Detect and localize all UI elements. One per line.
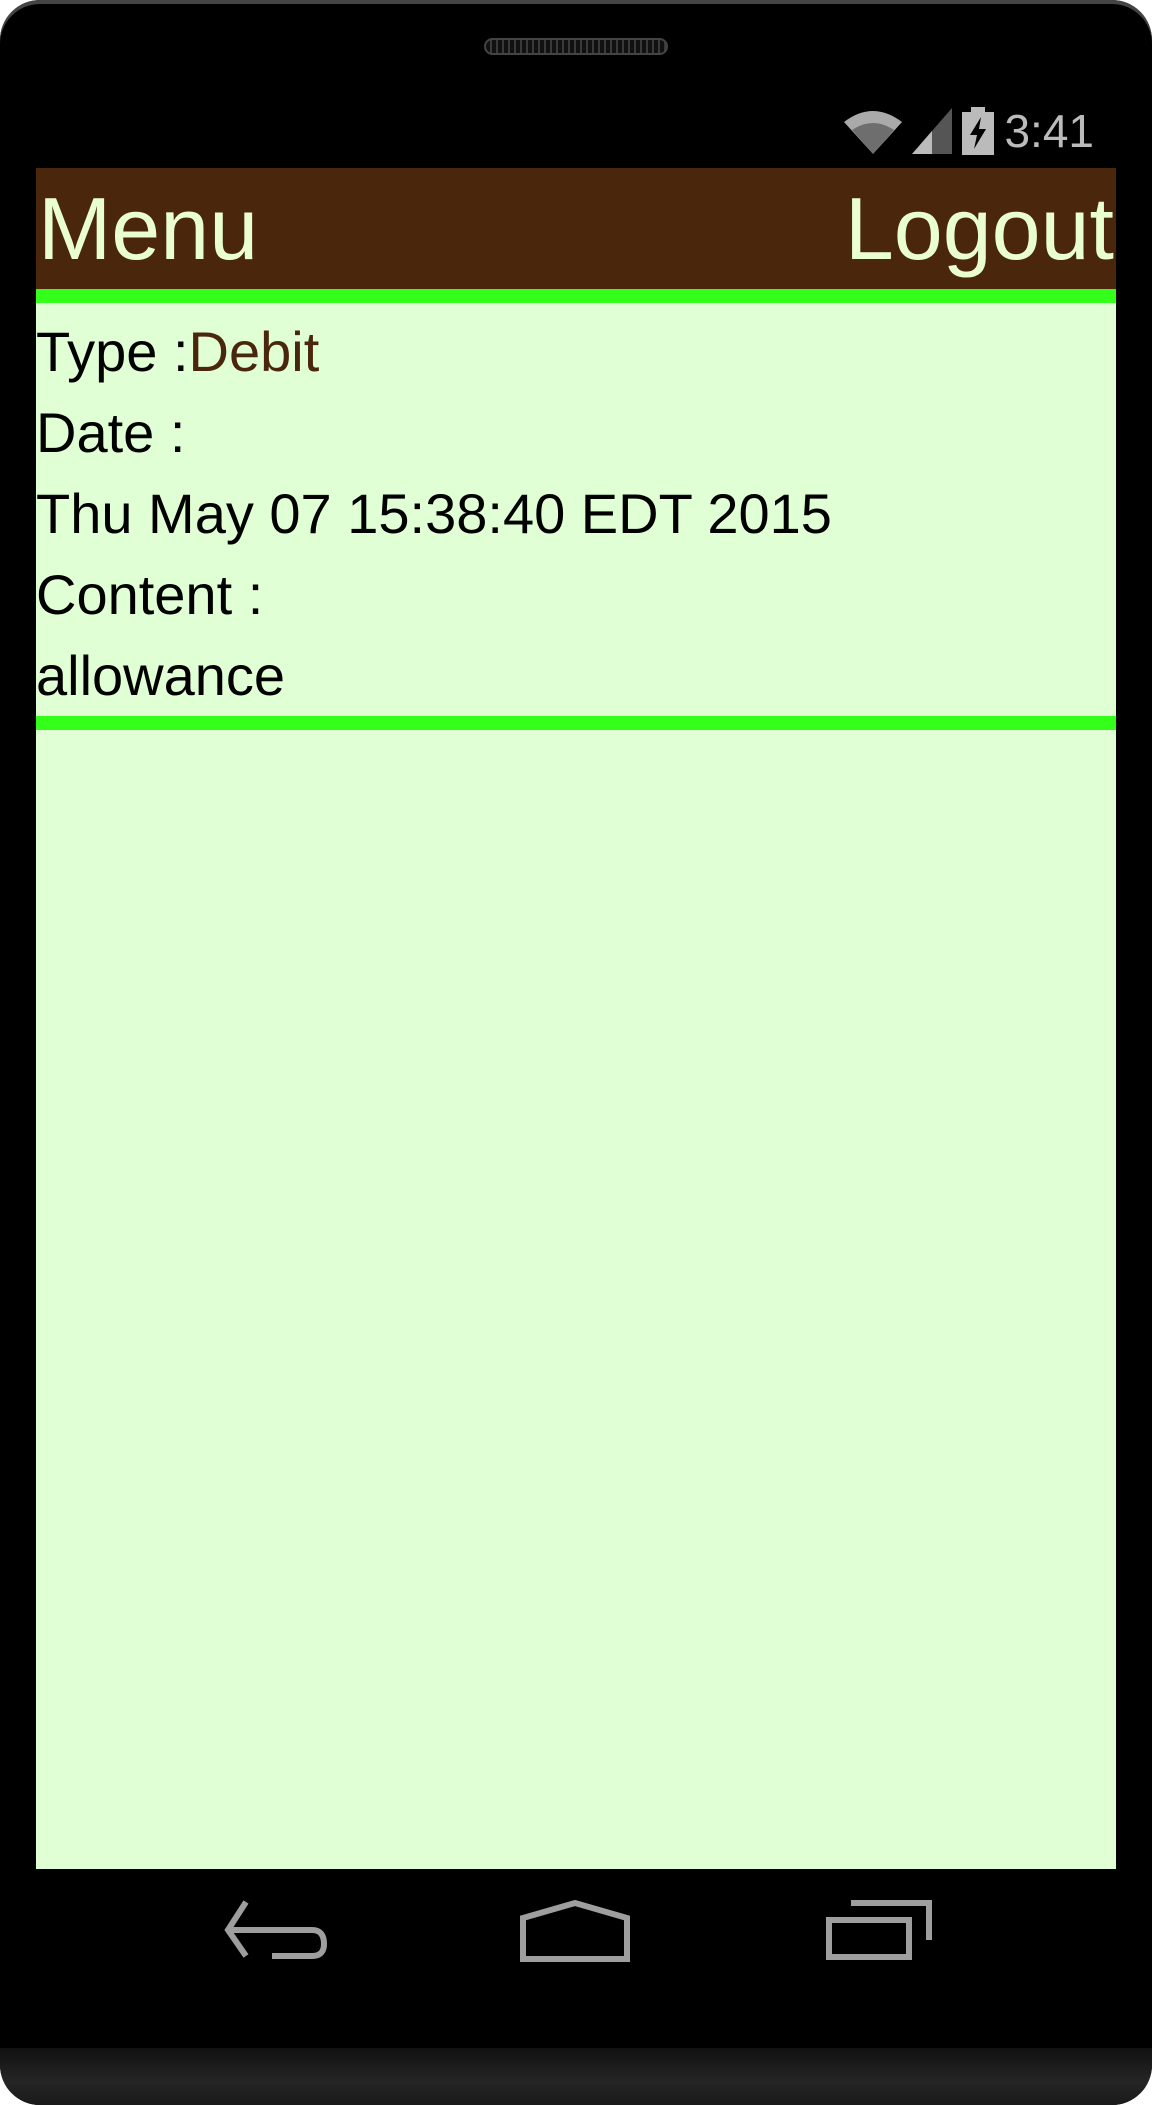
type-row: Type :Debit — [36, 311, 1116, 392]
status-bar: 3:41 — [844, 104, 1094, 158]
divider-top — [36, 289, 1116, 303]
date-value: Thu May 07 15:38:40 EDT 2015 — [36, 482, 832, 545]
back-icon[interactable] — [224, 1900, 328, 1960]
date-label: Date : — [36, 401, 186, 464]
type-value: Debit — [188, 320, 320, 383]
type-label: Type : — [36, 320, 189, 383]
app-header: Menu Logout — [36, 168, 1116, 289]
phone-chin — [0, 2048, 1152, 2105]
signal-icon — [912, 108, 953, 154]
content-label: Content : — [36, 563, 264, 626]
menu-button[interactable]: Menu — [36, 178, 260, 280]
transaction-detail: Type :Debit Date : Thu May 07 15:38:40 E… — [36, 303, 1116, 716]
wifi-icon — [844, 111, 903, 154]
content-value: allowance — [36, 644, 286, 707]
status-time: 3:41 — [1004, 105, 1094, 157]
home-icon[interactable] — [520, 1900, 630, 1962]
app-screen: Menu Logout Type :Debit Date : Thu May 0… — [36, 168, 1116, 1869]
nav-bar — [0, 1900, 1152, 1990]
logout-button[interactable]: Logout — [843, 178, 1116, 280]
battery-charging-icon — [962, 107, 995, 155]
recents-icon[interactable] — [826, 1900, 932, 1960]
phone-frame: 3:41 Menu Logout Type :Debit Date : Thu … — [0, 0, 1152, 2105]
speaker-grille — [484, 38, 668, 55]
divider-bottom — [36, 716, 1116, 730]
